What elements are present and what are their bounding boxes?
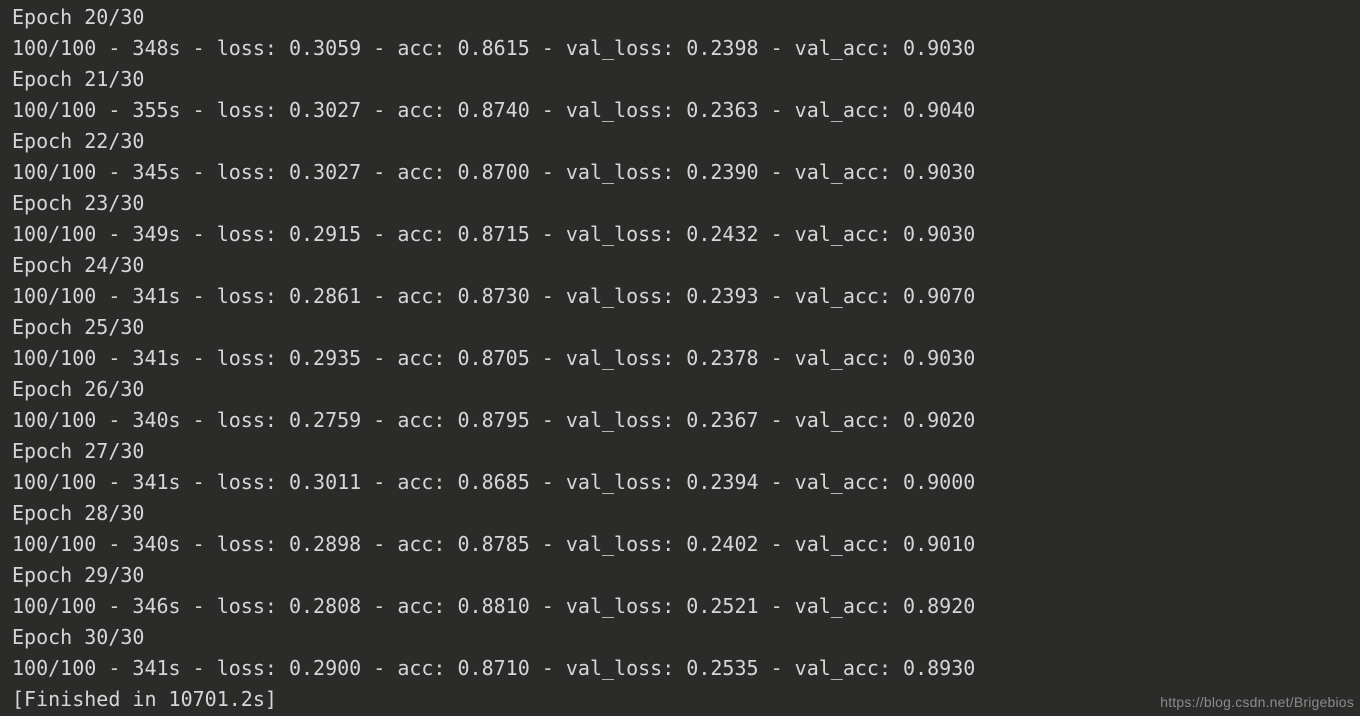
epoch-metrics: 100/100 - 340s - loss: 0.2759 - acc: 0.8… — [12, 405, 1348, 436]
epoch-metrics: 100/100 - 355s - loss: 0.3027 - acc: 0.8… — [12, 95, 1348, 126]
epoch-header: Epoch 29/30 — [12, 560, 1348, 591]
epoch-metrics: 100/100 - 348s - loss: 0.3059 - acc: 0.8… — [12, 33, 1348, 64]
epoch-metrics: 100/100 - 341s - loss: 0.3011 - acc: 0.8… — [12, 467, 1348, 498]
terminal-output: Epoch 20/30100/100 - 348s - loss: 0.3059… — [0, 0, 1360, 716]
epoch-metrics: 100/100 - 346s - loss: 0.2808 - acc: 0.8… — [12, 591, 1348, 622]
epoch-header: Epoch 27/30 — [12, 436, 1348, 467]
epoch-header: Epoch 26/30 — [12, 374, 1348, 405]
epoch-header: Epoch 23/30 — [12, 188, 1348, 219]
epoch-metrics: 100/100 - 340s - loss: 0.2898 - acc: 0.8… — [12, 529, 1348, 560]
epoch-header: Epoch 20/30 — [12, 2, 1348, 33]
epoch-header: Epoch 22/30 — [12, 126, 1348, 157]
epoch-header: Epoch 21/30 — [12, 64, 1348, 95]
epoch-header: Epoch 25/30 — [12, 312, 1348, 343]
finished-line: [Finished in 10701.2s] — [12, 684, 1348, 715]
epoch-metrics: 100/100 - 341s - loss: 0.2935 - acc: 0.8… — [12, 343, 1348, 374]
epoch-metrics: 100/100 - 349s - loss: 0.2915 - acc: 0.8… — [12, 219, 1348, 250]
epoch-header: Epoch 28/30 — [12, 498, 1348, 529]
epoch-metrics: 100/100 - 341s - loss: 0.2900 - acc: 0.8… — [12, 653, 1348, 684]
epoch-metrics: 100/100 - 341s - loss: 0.2861 - acc: 0.8… — [12, 281, 1348, 312]
epoch-metrics: 100/100 - 345s - loss: 0.3027 - acc: 0.8… — [12, 157, 1348, 188]
epoch-header: Epoch 30/30 — [12, 622, 1348, 653]
epoch-header: Epoch 24/30 — [12, 250, 1348, 281]
watermark-text: https://blog.csdn.net/Brigebios — [1160, 694, 1354, 710]
